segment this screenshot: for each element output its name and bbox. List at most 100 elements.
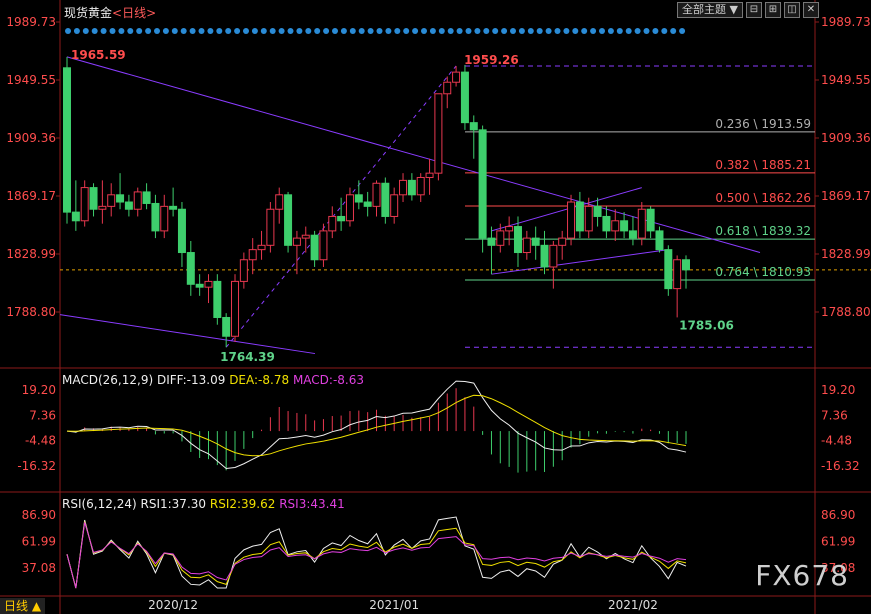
candle-body <box>71 211 80 222</box>
signal-dot <box>563 28 570 34</box>
macd-right-tick: 7.36 <box>821 408 848 422</box>
signal-dot <box>661 28 668 34</box>
instrument-title: 现货黄金 <box>64 6 113 20</box>
signal-dot <box>483 28 490 34</box>
period-label[interactable]: <日线> <box>112 6 156 20</box>
signal-dot <box>572 28 579 34</box>
right-tick-label: 1869.17 <box>821 189 871 203</box>
signal-dot <box>607 28 614 34</box>
macd-title: MACD(26,12,9) <box>62 373 154 387</box>
rsi2-value: RSI2:39.62 <box>209 497 276 511</box>
signal-dot <box>287 28 294 34</box>
left-tick-label: 1869.17 <box>6 189 56 203</box>
candle-body <box>443 81 452 95</box>
high-annotation: 1965.59 <box>71 48 126 62</box>
signal-dot <box>456 28 463 34</box>
candle-body <box>452 71 461 83</box>
candle-body <box>469 122 478 131</box>
rsi-left-tick: 61.99 <box>22 535 56 549</box>
candle-body <box>169 205 178 210</box>
candle-body <box>133 191 142 210</box>
candle-body <box>63 67 71 213</box>
candle-body <box>575 201 584 232</box>
right-tick-label: 1949.55 <box>821 73 871 87</box>
signal-dot <box>465 28 472 34</box>
signal-dot <box>65 28 71 34</box>
macd-left-tick: 19.20 <box>22 383 56 397</box>
candle-body <box>160 205 169 232</box>
right-tick-label: 1989.73 <box>821 15 871 29</box>
candle-body <box>390 194 399 217</box>
restore-icon[interactable]: ◫ <box>784 2 800 18</box>
signal-dot <box>634 28 641 34</box>
candle-body <box>231 280 240 337</box>
signal-dot <box>599 28 605 34</box>
rsi3-line <box>66 522 687 589</box>
theme-select[interactable]: 全部主题 ▼ <box>677 2 743 18</box>
candle-body <box>522 237 531 254</box>
fib-level-label: 0.764 \ 1810.93 <box>715 265 811 279</box>
left-tick-label: 1828.99 <box>6 247 56 261</box>
lower-channel-line <box>59 314 316 355</box>
signal-dot <box>234 28 241 34</box>
candle-body <box>142 191 151 204</box>
candle-body <box>496 230 505 246</box>
signal-dot <box>421 28 427 34</box>
rsi1-line <box>66 516 687 589</box>
signal-dot <box>82 28 89 34</box>
candle-body <box>646 208 655 232</box>
signal-dot <box>590 28 597 34</box>
candle-body <box>345 194 354 222</box>
macd-right-tick: -16.32 <box>821 459 860 473</box>
x-axis-label: 2021/01 <box>369 598 419 612</box>
signal-dot <box>127 28 134 34</box>
signal-dot <box>118 28 125 34</box>
signal-dot <box>216 28 223 34</box>
macd-right-tick: -4.48 <box>821 434 852 448</box>
rsi-right-tick: 61.99 <box>821 535 855 549</box>
macd-diff: DIFF:-13.09 <box>156 373 226 387</box>
period-tab-label: 日线 <box>4 599 29 613</box>
signal-dot <box>679 28 686 34</box>
candle-body <box>584 205 593 232</box>
period-tab[interactable]: 日线 ▲ <box>0 598 46 614</box>
candle-body <box>487 237 496 246</box>
signal-dot <box>171 28 178 34</box>
candle-body <box>425 172 434 178</box>
x-axis-label: 2021/02 <box>608 598 658 612</box>
chart-header: 现货黄金<日线> <box>64 4 156 21</box>
signal-dot <box>545 28 552 34</box>
macd-right-tick: 19.20 <box>821 383 855 397</box>
theme-select-label: 全部主题 <box>682 3 727 16</box>
candle-body <box>89 187 98 210</box>
signal-dot <box>189 28 196 34</box>
signal-dot <box>243 28 249 34</box>
expand-icon[interactable]: ⊞ <box>765 2 781 18</box>
signal-dot <box>109 28 116 34</box>
signal-dot <box>73 28 80 34</box>
candle-body <box>363 201 372 207</box>
candle-body <box>434 93 443 174</box>
right-tick-label: 1909.36 <box>821 131 871 145</box>
collapse-icon[interactable]: ⊟ <box>746 2 762 18</box>
candle-body <box>628 230 637 239</box>
rsi1-value: RSI1:37.30 <box>140 497 207 511</box>
candle-body <box>319 230 328 261</box>
signal-dot <box>91 28 98 34</box>
left-tick-label: 1949.55 <box>6 73 56 87</box>
chart-canvas: 1989.73 1989.73 1949.55 1949.55 1909.36 1909.… <box>0 0 871 614</box>
fib-level-label: 0.500 \ 1862.26 <box>715 191 811 205</box>
signal-dot <box>251 28 258 34</box>
candle-body <box>682 259 690 271</box>
candle-body <box>531 237 540 246</box>
candle-body <box>558 237 567 246</box>
close-icon[interactable]: ✕ <box>803 2 819 18</box>
signal-dot <box>162 28 169 34</box>
signal-dot <box>340 28 347 34</box>
macd-dea: DEA:-8.78 <box>229 373 290 387</box>
candle-body <box>257 244 266 251</box>
candle-body <box>505 226 514 232</box>
high2-annotation: 1959.26 <box>464 53 519 67</box>
left-tick-label: 1788.80 <box>6 305 56 319</box>
candle-body <box>354 194 363 203</box>
